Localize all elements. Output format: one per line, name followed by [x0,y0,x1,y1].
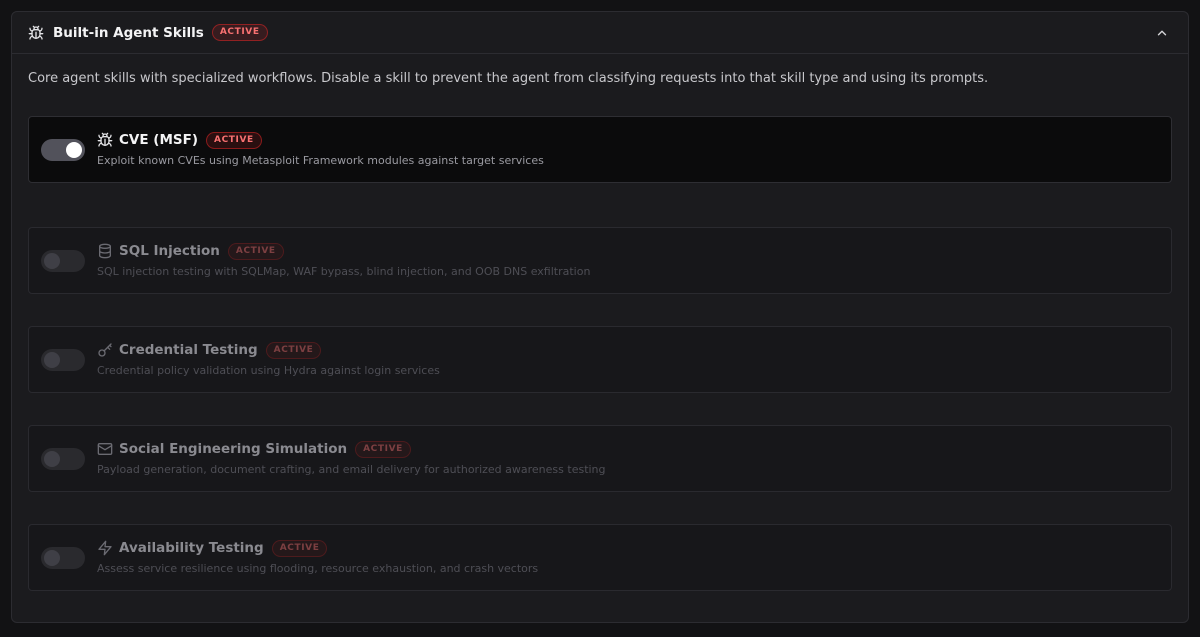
status-badge: ACTIVE [265,341,322,359]
skill-toggle-availability-testing[interactable] [41,547,85,569]
skill-name: Social Engineering Simulation [119,441,348,457]
bug-icon [28,25,44,41]
skill-description: Credential policy validation using Hydra… [97,364,440,377]
skill-card-credential-testing: Credential Testing ACTIVE Credential pol… [28,326,1172,393]
bug-icon [97,132,113,148]
chevron-up-icon [1155,26,1169,40]
skill-name: CVE (MSF) [119,132,198,148]
toggle-knob [44,451,60,467]
skill-description: Assess service resilience using flooding… [97,562,539,575]
skill-name: SQL Injection [119,243,220,259]
database-icon [97,243,113,259]
skill-description: Exploit known CVEs using Metasploit Fram… [97,154,544,167]
key-icon [97,342,113,358]
status-badge: ACTIVE [227,242,284,260]
status-badge: ACTIVE [271,539,328,557]
skill-toggle-credential-testing[interactable] [41,349,85,371]
toggle-knob [44,253,60,269]
collapse-button[interactable] [1152,23,1172,43]
skill-toggle-cve-msf[interactable] [41,139,85,161]
panel-description: Core agent skills with specialized workf… [28,71,989,86]
skill-card-sql-injection: SQL Injection ACTIVE SQL injection testi… [28,227,1172,294]
status-badge: ACTIVE [211,24,268,41]
skill-name: Availability Testing [119,540,264,556]
built-in-skills-panel: Built-in Agent Skills ACTIVE Core agent … [11,11,1189,623]
panel-header[interactable]: Built-in Agent Skills ACTIVE [12,12,1188,54]
skill-description: Payload generation, document crafting, a… [97,463,606,476]
skill-toggle-social-engineering[interactable] [41,448,85,470]
toggle-knob [44,352,60,368]
mail-icon [97,441,113,457]
skill-name: Credential Testing [119,342,258,358]
skill-card-social-engineering: Social Engineering Simulation ACTIVE Pay… [28,425,1172,492]
panel-title: Built-in Agent Skills [53,24,204,41]
toggle-knob [66,142,82,158]
skill-description: SQL injection testing with SQLMap, WAF b… [97,265,591,278]
toggle-knob [44,550,60,566]
skill-toggle-sql-injection[interactable] [41,250,85,272]
skill-card-availability-testing: Availability Testing ACTIVE Assess servi… [28,524,1172,591]
zap-icon [97,540,113,556]
status-badge: ACTIVE [206,131,262,149]
skill-card-cve-msf: CVE (MSF) ACTIVE Exploit known CVEs usin… [28,116,1172,183]
status-badge: ACTIVE [355,440,411,458]
